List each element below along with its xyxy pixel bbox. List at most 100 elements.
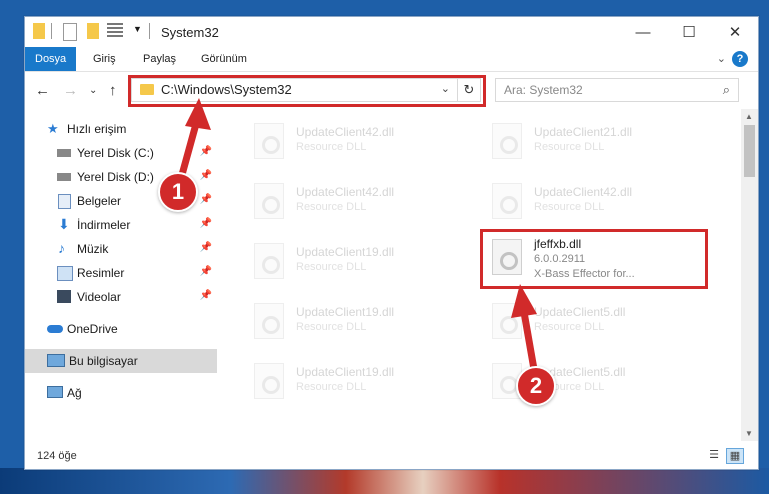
title-bar: ▼ System32 — ☐ ✕ <box>25 17 758 47</box>
address-highlight-box <box>128 75 486 107</box>
desktop-background <box>0 468 769 494</box>
separator <box>51 23 52 39</box>
sidebar-item-label: İndirmeler <box>77 218 131 232</box>
file-list: UpdateClient42.dll Resource DLL UpdateCl… <box>218 109 738 441</box>
details-view-icon[interactable]: ☰ <box>706 448 722 462</box>
back-button[interactable]: ← <box>35 82 50 99</box>
dll-file-icon <box>254 183 284 219</box>
file-description: Resource DLL <box>296 321 367 333</box>
scroll-up-icon[interactable]: ▲ <box>745 112 753 121</box>
file-name: UpdateClient19.dll <box>296 365 395 379</box>
file-name: UpdateClient42.dll <box>296 125 395 139</box>
sidebar-item-onedrive[interactable]: OneDrive <box>25 317 217 341</box>
file-item[interactable]: UpdateClient19.dll Resource DLL <box>246 297 446 341</box>
sidebar-item-videos[interactable]: Videolar 📌 <box>25 285 217 309</box>
star-icon: ★ <box>47 121 59 136</box>
large-icons-view-icon[interactable]: ▦ <box>726 448 744 464</box>
file-description: Resource DLL <box>534 321 605 333</box>
file-name: UpdateClient42.dll <box>534 185 633 199</box>
file-description: Resource DLL <box>534 201 605 213</box>
dll-file-icon <box>492 183 522 219</box>
dll-file-icon <box>492 123 522 159</box>
network-icon <box>47 386 63 398</box>
dll-file-icon <box>254 243 284 279</box>
file-name: UpdateClient19.dll <box>296 305 395 319</box>
customize-icon[interactable] <box>107 23 123 39</box>
tab-home[interactable]: Giriş <box>83 47 126 71</box>
minimize-button[interactable]: — <box>620 17 666 47</box>
pin-icon[interactable]: 📌 <box>200 266 212 277</box>
sidebar-item-downloads[interactable]: ⬇ İndirmeler 📌 <box>25 213 217 237</box>
dll-file-icon <box>254 123 284 159</box>
sidebar-item-label: Resimler <box>77 266 125 280</box>
drive-icon <box>57 149 71 157</box>
file-item[interactable]: UpdateClient5.dll Resource DLL <box>484 357 684 401</box>
sidebar-item-label: Hızlı erişim <box>67 122 127 136</box>
file-name: UpdateClient21.dll <box>534 125 633 139</box>
maximize-button[interactable]: ☐ <box>666 17 712 47</box>
vertical-scrollbar[interactable]: ▲ ▼ <box>741 109 758 441</box>
music-icon: ♪ <box>58 240 65 256</box>
search-icon[interactable]: ⌕ <box>723 82 730 98</box>
pin-icon[interactable]: 📌 <box>200 218 212 229</box>
documents-icon <box>58 194 71 209</box>
pin-icon[interactable]: 📌 <box>200 242 212 253</box>
sidebar-item-label: Müzik <box>77 242 109 256</box>
file-item[interactable]: UpdateClient5.dll Resource DLL <box>484 297 684 341</box>
pictures-icon <box>57 266 73 281</box>
help-icon[interactable]: ? <box>732 51 748 67</box>
sidebar-item-quick-access[interactable]: ★ Hızlı erişim <box>25 117 217 141</box>
chevron-down-icon[interactable]: ⌄ <box>717 52 726 65</box>
file-item[interactable]: UpdateClient42.dll Resource DLL <box>246 117 446 161</box>
tab-file[interactable]: Dosya <box>25 47 77 71</box>
navigation-pane: ★ Hızlı erişim Yerel Disk (C:) 📌 Yerel D… <box>25 109 217 441</box>
file-name: UpdateClient42.dll <box>296 185 395 199</box>
file-item[interactable]: UpdateClient19.dll Resource DLL <box>246 237 446 281</box>
folder-icon <box>33 23 45 39</box>
sidebar-item-music[interactable]: ♪ Müzik 📌 <box>25 237 217 261</box>
up-button[interactable]: ↑ <box>109 82 117 99</box>
new-folder-icon[interactable] <box>87 23 99 39</box>
sidebar-item-label: Belgeler <box>77 194 122 208</box>
properties-icon[interactable] <box>63 23 77 41</box>
close-button[interactable]: ✕ <box>712 17 758 47</box>
ribbon: Dosya Giriş Paylaş Görünüm ⌄ ? <box>25 47 758 72</box>
sidebar-item-network[interactable]: Ağ <box>25 381 217 405</box>
navigation-bar: ← → ⌄ ↑ C:\Windows\System32 ⌄ ↻ Ara: Sys… <box>25 72 758 108</box>
scroll-down-icon[interactable]: ▼ <box>745 429 753 438</box>
pin-icon[interactable]: 📌 <box>200 146 212 157</box>
file-highlight-box <box>480 229 708 289</box>
sidebar-item-disk-c[interactable]: Yerel Disk (C:) 📌 <box>25 141 217 165</box>
file-description: Resource DLL <box>296 261 367 273</box>
drive-icon <box>57 173 71 181</box>
file-item[interactable]: UpdateClient21.dll Resource DLL <box>484 117 684 161</box>
file-item[interactable]: UpdateClient19.dll Resource DLL <box>246 357 446 401</box>
file-name: UpdateClient5.dll <box>534 305 626 319</box>
videos-icon <box>57 290 71 303</box>
file-description: Resource DLL <box>296 201 367 213</box>
sidebar-item-pictures[interactable]: Resimler 📌 <box>25 261 217 285</box>
file-item[interactable]: UpdateClient42.dll Resource DLL <box>246 177 446 221</box>
scrollbar-thumb[interactable] <box>744 125 755 177</box>
search-input[interactable]: Ara: System32 ⌕ <box>495 78 739 102</box>
tab-share[interactable]: Paylaş <box>133 47 186 71</box>
search-placeholder: Ara: System32 <box>504 83 583 97</box>
pin-icon[interactable]: 📌 <box>200 170 212 181</box>
file-description: Resource DLL <box>534 141 605 153</box>
explorer-window: ▼ System32 — ☐ ✕ Dosya Giriş Paylaş Görü… <box>24 16 759 470</box>
dll-file-icon <box>492 303 522 339</box>
qa-dropdown-icon[interactable]: ▼ <box>133 24 142 40</box>
sidebar-item-label: Yerel Disk (C:) <box>77 146 154 160</box>
recent-locations-button[interactable]: ⌄ <box>89 85 97 96</box>
tab-view[interactable]: Görünüm <box>191 47 257 71</box>
download-icon: ⬇ <box>58 216 70 232</box>
file-description: Resource DLL <box>296 141 367 153</box>
forward-button[interactable]: → <box>63 82 78 99</box>
pin-icon[interactable]: 📌 <box>200 290 212 301</box>
pin-icon[interactable]: 📌 <box>200 194 212 205</box>
dll-file-icon <box>254 303 284 339</box>
callout-badge-1: 1 <box>158 172 198 212</box>
file-item[interactable]: UpdateClient42.dll Resource DLL <box>484 177 684 221</box>
sidebar-item-this-pc[interactable]: Bu bilgisayar <box>25 349 217 373</box>
sidebar-item-label: Ağ <box>67 386 82 400</box>
